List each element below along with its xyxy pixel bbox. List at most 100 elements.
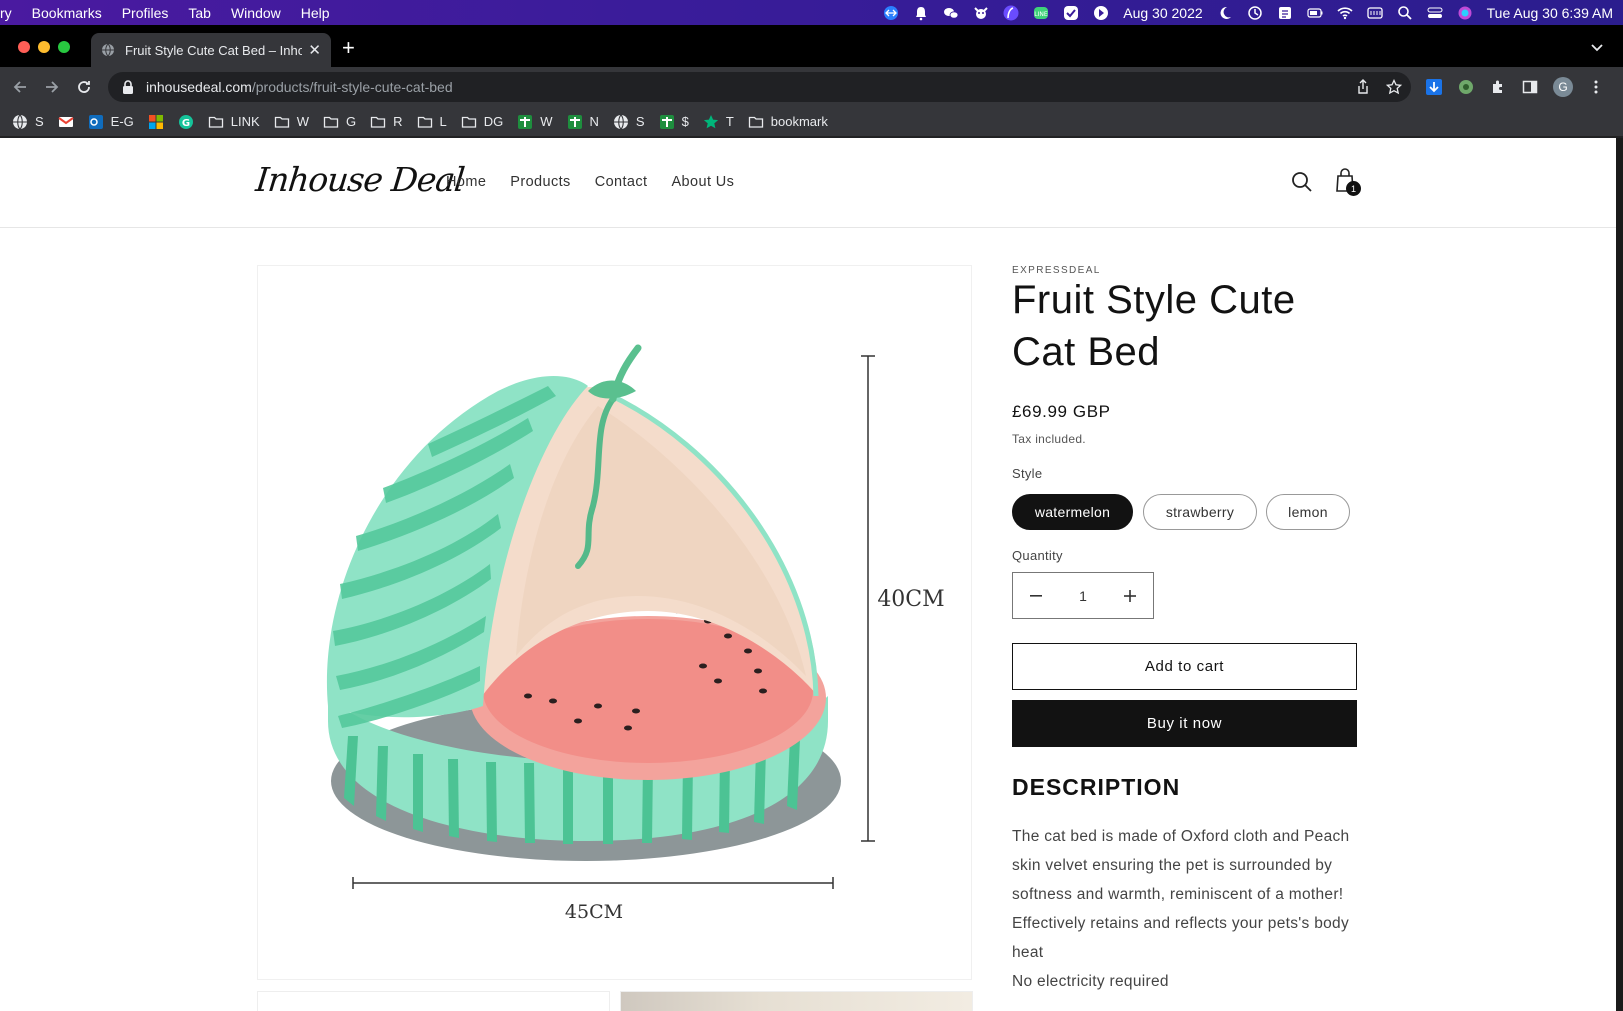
extensions-puzzle-icon[interactable] [1490,79,1506,95]
moon-icon[interactable] [1217,5,1233,21]
bookmark-item[interactable]: $ [659,114,689,130]
bookmark-item[interactable]: T [703,114,734,130]
green-plus-icon [567,114,583,130]
window-zoom-button[interactable] [58,41,70,53]
spotlight-search-icon[interactable] [1397,5,1413,21]
product-thumbnails [257,991,973,1011]
control-center-icon[interactable] [1427,5,1443,21]
quantity-input[interactable] [1059,573,1107,618]
nav-contact[interactable]: Contact [595,174,648,190]
download-icon[interactable] [1426,79,1442,95]
arrow-circle-icon[interactable] [1093,5,1109,21]
bookmark-item[interactable]: S [12,114,44,130]
bookmark-item[interactable]: bookmark [748,114,828,130]
star-icon [703,114,719,130]
history-icon[interactable] [1247,5,1263,21]
folder-icon [370,114,386,130]
menu-item-window[interactable]: Window [221,5,291,21]
globe-icon [12,114,28,130]
bookmark-item[interactable]: L [417,114,447,130]
folder-icon [274,114,290,130]
nav-home[interactable]: Home [446,174,486,190]
style-option-lemon[interactable]: lemon [1266,494,1350,530]
menu-item-bookmarks[interactable]: Bookmarks [22,5,112,21]
bookmark-item[interactable]: G [323,114,356,130]
line-icon[interactable]: LINE [1033,5,1049,21]
quantity-label: Quantity [1012,548,1063,563]
menubar-clock[interactable]: Tue Aug 30 6:39 AM [1487,5,1613,21]
menu-item-profiles[interactable]: Profiles [112,5,179,21]
grammarly-icon: G [178,114,194,130]
menu-item-tab[interactable]: Tab [178,5,221,21]
bookmark-item[interactable]: N [567,114,599,130]
bookmarks-bar: S E-G G LINK W G R L DG W N S $ Tbookmark [0,107,1623,137]
bookmark-item[interactable] [148,114,164,130]
wifi-icon[interactable] [1337,5,1353,21]
bookmark-label: E-G [110,114,134,129]
profile-avatar[interactable]: G [1553,77,1573,97]
main-nav: Home Products Contact About Us [446,174,734,190]
bookmark-item[interactable]: R [370,114,403,130]
more-menu-icon[interactable] [1588,79,1604,95]
bookmark-item[interactable]: W [274,114,309,130]
site-header: Inhouse Deal Home Products Contact About… [0,138,1616,228]
product-description: The cat bed is made of Oxford cloth and … [1012,822,1357,996]
style-option-strawberry[interactable]: strawberry [1143,494,1257,530]
quantity-decrease-button[interactable] [1013,573,1059,618]
window-minimize-button[interactable] [38,41,50,53]
lock-icon[interactable] [122,80,134,94]
checkbox-icon[interactable] [1063,5,1079,21]
menu-item-history[interactable]: ry [0,5,22,21]
extension-circle-icon[interactable] [1458,79,1474,95]
page-scrollbar[interactable] [1616,138,1623,1011]
share-icon[interactable] [1355,79,1371,95]
notification-bell-icon[interactable] [913,5,929,21]
bookmark-item[interactable]: S [613,114,645,130]
bookmark-item[interactable]: LINK [208,114,260,130]
product-image[interactable]: 40CM 45CM [257,265,972,980]
thumbnail-2[interactable] [620,991,973,1011]
cow-app-icon[interactable] [973,5,989,21]
bookmark-label: LINK [230,114,260,129]
bookmark-label: G [345,114,357,129]
thumbnail-1[interactable] [257,991,610,1011]
forward-arrow-icon[interactable] [42,77,62,97]
style-option-watermelon[interactable]: watermelon [1012,494,1133,530]
folder-icon [208,114,224,130]
feather-icon[interactable] [1003,5,1019,21]
new-tab-button[interactable]: + [342,37,355,59]
reload-icon[interactable] [74,77,94,97]
window-close-button[interactable] [18,41,30,53]
side-panel-icon[interactable] [1522,79,1538,95]
nav-about-us[interactable]: About Us [671,174,734,190]
gmail-icon [58,114,74,130]
address-bar[interactable]: inhousedeal.com/products/fruit-style-cut… [108,72,1411,102]
bookmark-star-icon[interactable] [1385,78,1403,95]
product-title: Fruit Style Cute Cat Bed [1012,278,1296,374]
bookmark-item[interactable]: E-G [88,114,134,130]
tab-search-chevron-icon[interactable] [1591,39,1603,57]
search-icon[interactable] [1291,171,1313,193]
quantity-increase-button[interactable] [1107,573,1153,618]
calendar-icon[interactable] [1277,5,1293,21]
bookmark-item[interactable]: DG [461,114,503,130]
add-to-cart-button[interactable]: Add to cart [1012,643,1357,690]
bookmark-label: L [439,114,447,129]
wechat-icon[interactable] [943,5,959,21]
siri-icon[interactable] [1457,5,1473,21]
teamviewer-icon[interactable] [883,5,899,21]
bookmark-item[interactable]: G [178,114,194,130]
tab-close-icon[interactable]: ✕ [308,41,321,59]
nav-products[interactable]: Products [510,174,570,190]
bookmark-item[interactable] [58,114,74,130]
menu-item-help[interactable]: Help [291,5,340,21]
buy-it-now-button[interactable]: Buy it now [1012,700,1357,747]
battery-icon[interactable] [1307,5,1323,21]
bookmark-label: R [393,114,403,129]
keyboard-icon[interactable] [1366,5,1383,21]
bookmark-item[interactable]: W [517,114,553,130]
description-paragraph: No electricity required [1012,973,1169,990]
back-arrow-icon[interactable] [10,77,30,97]
store-logo[interactable]: Inhouse Deal [254,160,466,199]
tab-active[interactable]: Fruit Style Cute Cat Bed – Inho ✕ [91,33,331,67]
